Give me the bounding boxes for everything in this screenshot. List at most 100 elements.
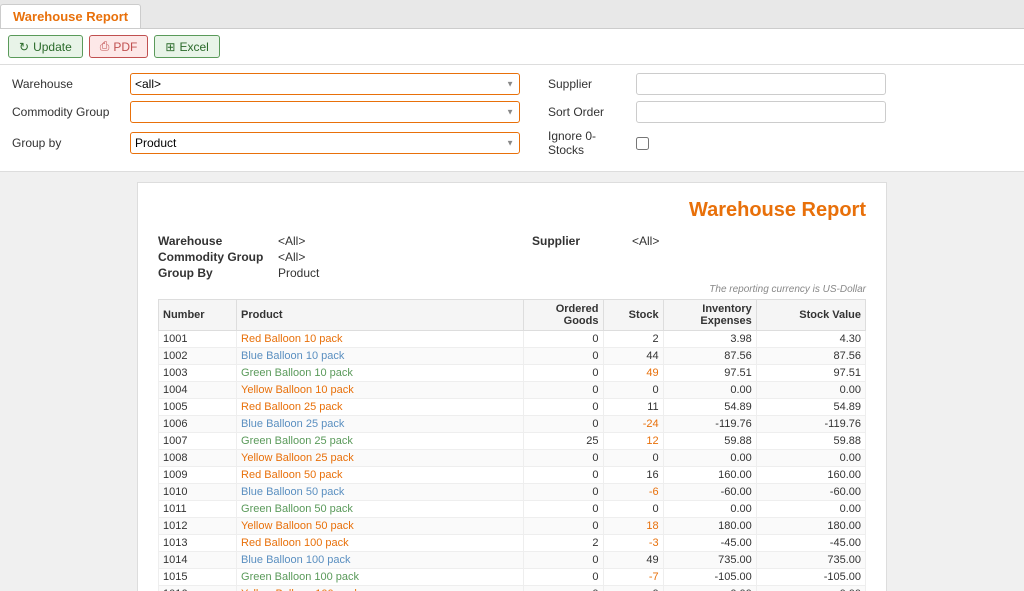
warehouse-meta-key: Warehouse: [158, 234, 278, 248]
cell-product[interactable]: Blue Balloon 50 pack: [237, 484, 524, 501]
cell-stock: 49: [603, 365, 663, 382]
cell-inventory: 160.00: [663, 467, 756, 484]
table-row: 1003 Green Balloon 10 pack 0 49 97.51 97…: [159, 365, 866, 382]
cell-product[interactable]: Blue Balloon 25 pack: [237, 416, 524, 433]
table-row: 1001 Red Balloon 10 pack 0 2 3.98 4.30: [159, 331, 866, 348]
cell-number: 1010: [159, 484, 237, 501]
cell-number: 1013: [159, 535, 237, 552]
cell-number: 1009: [159, 467, 237, 484]
table-row: 1007 Green Balloon 25 pack 25 12 59.88 5…: [159, 433, 866, 450]
pdf-button[interactable]: ⎙ PDF: [89, 35, 149, 58]
cell-inventory: 0.00: [663, 450, 756, 467]
cell-number: 1016: [159, 586, 237, 591]
tab-warehouse-report[interactable]: Warehouse Report: [0, 4, 141, 28]
table-row: 1012 Yellow Balloon 50 pack 0 18 180.00 …: [159, 518, 866, 535]
warehouse-meta-val: <All>: [278, 234, 512, 248]
table-header-row: Number Product OrderedGoods Stock Invent…: [159, 300, 866, 331]
cell-value: 54.89: [756, 399, 865, 416]
commodity-select-wrap: [130, 101, 520, 123]
col-stock: Stock: [603, 300, 663, 331]
cell-product[interactable]: Green Balloon 25 pack: [237, 433, 524, 450]
cell-product[interactable]: Red Balloon 50 pack: [237, 467, 524, 484]
table-row: 1011 Green Balloon 50 pack 0 0 0.00 0.00: [159, 501, 866, 518]
cell-product[interactable]: Red Balloon 25 pack: [237, 399, 524, 416]
col-value: Stock Value: [756, 300, 865, 331]
cell-product[interactable]: Yellow Balloon 100 pack: [237, 586, 524, 591]
cell-ordered: 0: [523, 552, 603, 569]
cell-ordered: 0: [523, 467, 603, 484]
table-row: 1010 Blue Balloon 50 pack 0 -6 -60.00 -6…: [159, 484, 866, 501]
cell-ordered: 0: [523, 382, 603, 399]
excel-icon: ⊞: [165, 40, 175, 54]
report-container: Warehouse Report Warehouse <All> Supplie…: [0, 172, 1024, 591]
table-row: 1014 Blue Balloon 100 pack 0 49 735.00 7…: [159, 552, 866, 569]
cell-product[interactable]: Red Balloon 10 pack: [237, 331, 524, 348]
col-product: Product: [237, 300, 524, 331]
cell-ordered: 2: [523, 535, 603, 552]
sort-input[interactable]: Product Number (ascending): [636, 101, 886, 123]
cell-inventory: -105.00: [663, 569, 756, 586]
cell-ordered: 0: [523, 569, 603, 586]
cell-ordered: 0: [523, 348, 603, 365]
table-row: 1015 Green Balloon 100 pack 0 -7 -105.00…: [159, 569, 866, 586]
pdf-icon: ⎙: [100, 39, 110, 54]
cell-product[interactable]: Yellow Balloon 50 pack: [237, 518, 524, 535]
warehouse-select[interactable]: <all>: [130, 73, 520, 95]
cell-inventory: 59.88: [663, 433, 756, 450]
cell-product[interactable]: Blue Balloon 100 pack: [237, 552, 524, 569]
commodity-meta-key: Commodity Group: [158, 250, 278, 264]
cell-value: -45.00: [756, 535, 865, 552]
cell-value: 0.00: [756, 450, 865, 467]
report-meta: Warehouse <All> Supplier <All> Commodity…: [158, 234, 866, 280]
cell-value: 0.00: [756, 501, 865, 518]
cell-stock: 0: [603, 382, 663, 399]
cell-stock: 18: [603, 518, 663, 535]
cell-value: -119.76: [756, 416, 865, 433]
ignore-checkbox-wrap: [636, 137, 649, 150]
groupby-select-wrap: Product: [130, 132, 520, 154]
col-ordered: OrderedGoods: [523, 300, 603, 331]
cell-value: 87.56: [756, 348, 865, 365]
cell-inventory: -119.76: [663, 416, 756, 433]
cell-value: 97.51: [756, 365, 865, 382]
table-row: 1005 Red Balloon 25 pack 0 11 54.89 54.8…: [159, 399, 866, 416]
cell-stock: -7: [603, 569, 663, 586]
cell-stock: -3: [603, 535, 663, 552]
cell-stock: 2: [603, 331, 663, 348]
col-number: Number: [159, 300, 237, 331]
cell-value: 160.00: [756, 467, 865, 484]
excel-button[interactable]: ⊞ Excel: [154, 35, 219, 58]
cell-number: 1004: [159, 382, 237, 399]
cell-product[interactable]: Green Balloon 10 pack: [237, 365, 524, 382]
cell-product[interactable]: Yellow Balloon 25 pack: [237, 450, 524, 467]
commodity-select[interactable]: [130, 101, 520, 123]
cell-ordered: 0: [523, 518, 603, 535]
supplier-meta-val: <All>: [632, 234, 866, 248]
commodity-label: Commodity Group: [12, 105, 122, 119]
cell-stock: 12: [603, 433, 663, 450]
groupby-select[interactable]: Product: [130, 132, 520, 154]
cell-inventory: 87.56: [663, 348, 756, 365]
update-button[interactable]: ↻ Update: [8, 35, 83, 58]
cell-product[interactable]: Yellow Balloon 10 pack: [237, 382, 524, 399]
cell-value: 0.00: [756, 586, 865, 591]
currency-note: The reporting currency is US-Dollar: [158, 284, 866, 295]
warehouse-select-wrap: <all>: [130, 73, 520, 95]
cell-value: -60.00: [756, 484, 865, 501]
table-row: 1016 Yellow Balloon 100 pack 0 0 0.00 0.…: [159, 586, 866, 591]
toolbar: ↻ Update ⎙ PDF ⊞ Excel: [0, 29, 1024, 65]
cell-product[interactable]: Red Balloon 100 pack: [237, 535, 524, 552]
cell-product[interactable]: Green Balloon 50 pack: [237, 501, 524, 518]
cell-number: 1002: [159, 348, 237, 365]
supplier-meta-key: Supplier: [512, 234, 632, 248]
supplier-input[interactable]: [636, 73, 886, 95]
groupby-meta-val: [632, 250, 866, 264]
cell-number: 1006: [159, 416, 237, 433]
cell-product[interactable]: Blue Balloon 10 pack: [237, 348, 524, 365]
cell-stock: 0: [603, 501, 663, 518]
cell-value: 0.00: [756, 382, 865, 399]
cell-product[interactable]: Green Balloon 100 pack: [237, 569, 524, 586]
filters-area: Warehouse <all> Supplier Commodity Group…: [0, 65, 1024, 172]
cell-stock: 16: [603, 467, 663, 484]
ignore-checkbox[interactable]: [636, 137, 649, 150]
